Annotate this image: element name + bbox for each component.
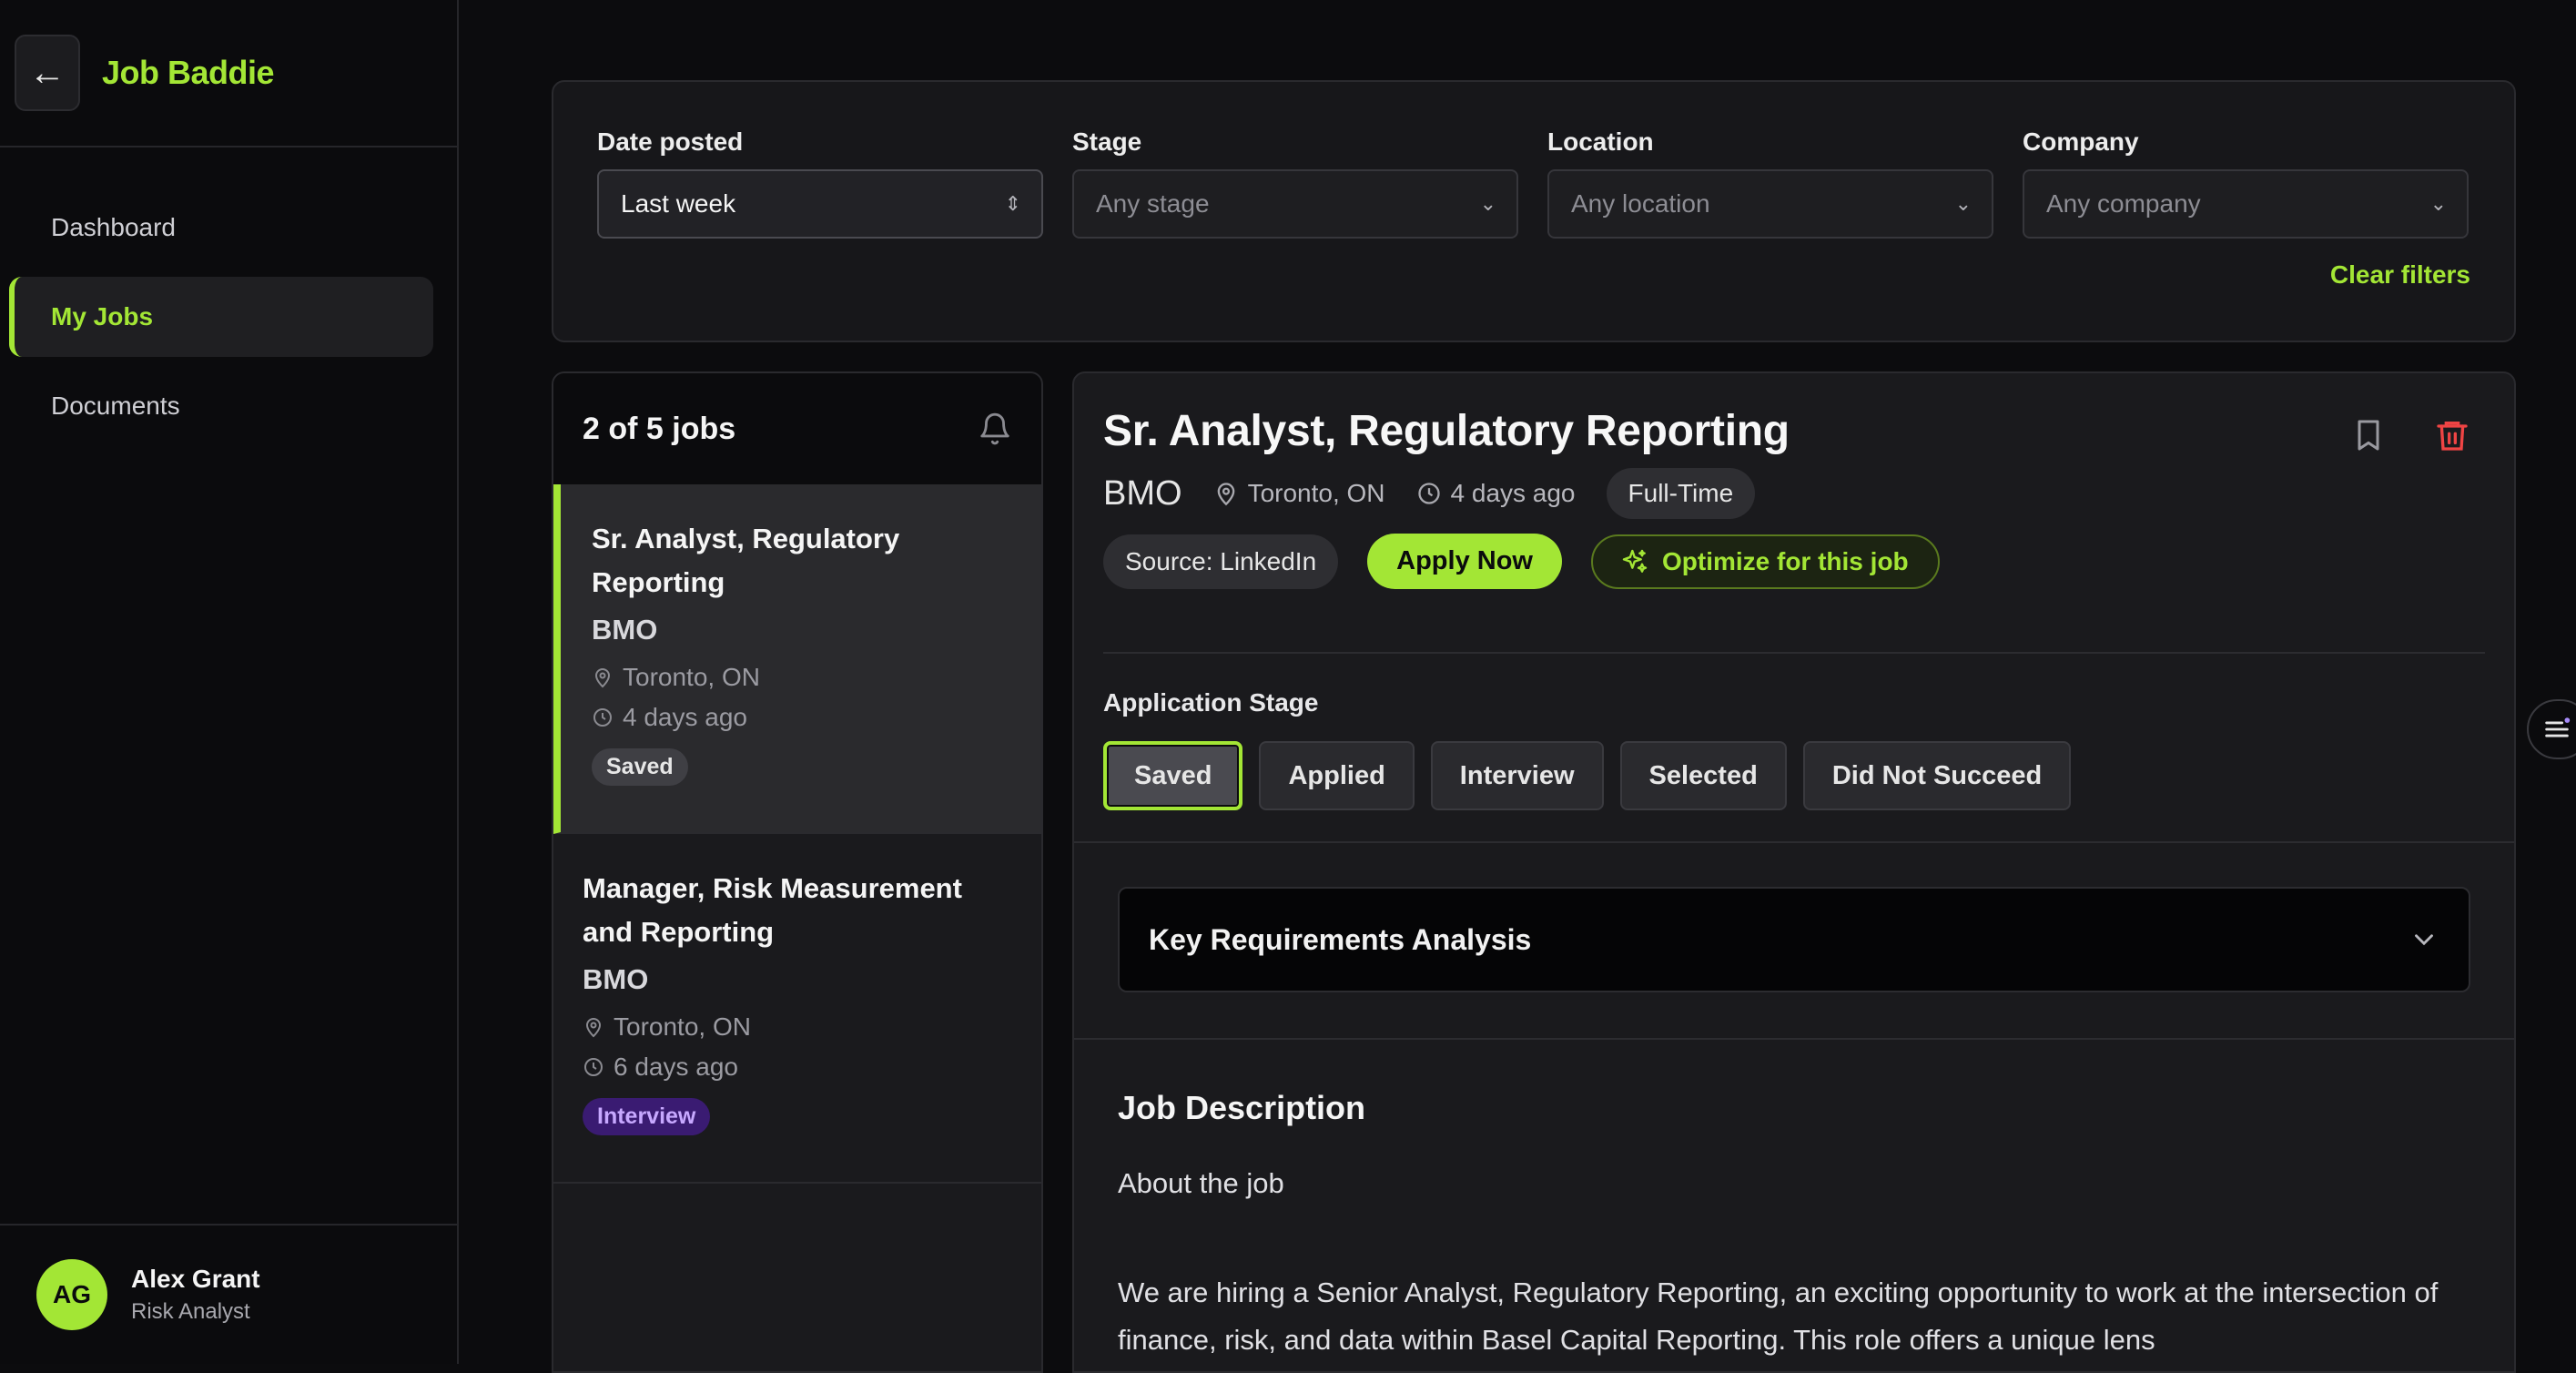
avatar: AG bbox=[36, 1259, 107, 1330]
status-badge: Interview bbox=[583, 1098, 711, 1135]
map-pin-icon bbox=[594, 668, 611, 688]
job-card-posted: 4 days ago bbox=[592, 703, 1012, 732]
filter-date-label: Date posted bbox=[597, 127, 744, 156]
filter-date: Date posted Last week ⇕ bbox=[597, 127, 1043, 239]
key-requirements-title: Key Requirements Analysis bbox=[1149, 922, 1532, 956]
sparkles-icon bbox=[1622, 549, 1648, 573]
job-card-posted: 6 days ago bbox=[583, 1053, 1012, 1082]
date-posted-select[interactable]: Last week ⇕ bbox=[597, 169, 1043, 239]
job-description-subtitle: About the job bbox=[1118, 1167, 1284, 1199]
company-select[interactable]: Any company ⌄ bbox=[2023, 169, 2469, 239]
chevron-down-icon bbox=[2415, 934, 2433, 946]
sidebar-nav: Dashboard My Jobs Documents bbox=[0, 147, 457, 446]
location-select[interactable]: Any location ⌄ bbox=[1547, 169, 1993, 239]
map-pin-icon bbox=[585, 1018, 602, 1038]
sidebar-header: ← Job Baddie bbox=[0, 0, 457, 147]
job-card-location: Toronto, ON bbox=[592, 663, 1012, 692]
chevron-down-icon: ⌄ bbox=[2429, 192, 2447, 215]
chevron-down-icon: ⌄ bbox=[1954, 192, 1972, 215]
arrow-left-icon: ← bbox=[29, 52, 66, 93]
divider bbox=[1074, 841, 2514, 843]
sidebar-item-dashboard[interactable]: Dashboard bbox=[9, 188, 433, 268]
company-placeholder: Any company bbox=[2046, 189, 2201, 218]
job-meta: BMO Toronto, ON 4 days ago Full-Time bbox=[1103, 468, 1756, 519]
stage-saved-button[interactable]: Saved bbox=[1103, 741, 1243, 810]
stage-selected-button[interactable]: Selected bbox=[1619, 741, 1787, 810]
job-card-company: BMO bbox=[592, 614, 658, 646]
filter-stage: Stage Any stage ⌄ bbox=[1072, 127, 1518, 239]
job-card[interactable]: Manager, Risk Measurement and Reporting … bbox=[553, 834, 1041, 1184]
job-card-title: Sr. Analyst, Regulatory Reporting bbox=[592, 523, 900, 598]
updown-chevron-icon: ⇕ bbox=[1004, 192, 1021, 215]
clear-filters-link[interactable]: Clear filters bbox=[2330, 260, 2470, 290]
job-card-company: BMO bbox=[583, 963, 649, 995]
map-pin-icon bbox=[1217, 483, 1234, 506]
filters-panel: Date posted Last week ⇕ Stage Any stage … bbox=[552, 80, 2516, 342]
job-card-selected[interactable]: Sr. Analyst, Regulatory Reporting BMO To… bbox=[553, 484, 1041, 834]
bookmark-icon[interactable] bbox=[2350, 417, 2387, 453]
apply-now-button[interactable]: Apply Now bbox=[1367, 534, 1562, 589]
sidebar-item-documents[interactable]: Documents bbox=[9, 366, 433, 446]
stage-applied-button[interactable]: Applied bbox=[1259, 741, 1415, 810]
job-list: 2 of 5 jobs Sr. Analyst, Regulatory Repo… bbox=[552, 371, 1043, 1373]
job-count: 2 of 5 jobs bbox=[583, 411, 736, 446]
divider bbox=[1103, 652, 2485, 654]
menu-icon bbox=[2545, 717, 2571, 737]
sidebar: ← Job Baddie Dashboard My Jobs Documents… bbox=[0, 0, 459, 1364]
job-location: Toronto, ON bbox=[1213, 479, 1385, 508]
trash-icon[interactable] bbox=[2434, 417, 2470, 453]
job-cta-row: Source: LinkedIn Apply Now Optimize for … bbox=[1103, 534, 1940, 589]
filter-company-label: Company bbox=[2023, 127, 2139, 156]
job-card-title: Manager, Risk Measurement and Reporting bbox=[583, 872, 962, 948]
clock-icon bbox=[593, 708, 612, 727]
user-name: Alex Grant bbox=[131, 1265, 260, 1293]
job-type-tag: Full-Time bbox=[1606, 468, 1756, 519]
job-actions bbox=[2350, 417, 2470, 453]
back-button[interactable]: ← bbox=[15, 35, 80, 111]
job-detail: Sr. Analyst, Regulatory Reporting BMO To… bbox=[1072, 371, 2516, 1373]
location-placeholder: Any location bbox=[1571, 189, 1710, 218]
application-stage-label: Application Stage bbox=[1103, 688, 1319, 717]
key-requirements-accordion[interactable]: Key Requirements Analysis bbox=[1118, 887, 2470, 992]
job-company: BMO bbox=[1103, 473, 1182, 513]
filter-location-label: Location bbox=[1547, 127, 1654, 156]
job-posted: 4 days ago bbox=[1416, 479, 1576, 508]
stage-select[interactable]: Any stage ⌄ bbox=[1072, 169, 1518, 239]
job-card-location: Toronto, ON bbox=[583, 1012, 1012, 1042]
job-description-title: Job Description bbox=[1118, 1089, 1366, 1126]
job-title: Sr. Analyst, Regulatory Reporting bbox=[1103, 407, 1790, 455]
bell-icon[interactable] bbox=[978, 412, 1012, 446]
user-role: Risk Analyst bbox=[131, 1299, 250, 1324]
source-badge: Source: LinkedIn bbox=[1103, 534, 1339, 589]
job-description-body: We are hiring a Senior Analyst, Regulato… bbox=[1118, 1276, 2439, 1356]
sidebar-item-my-jobs[interactable]: My Jobs bbox=[9, 277, 433, 357]
date-posted-value: Last week bbox=[621, 189, 736, 218]
stage-placeholder: Any stage bbox=[1096, 189, 1210, 218]
stage-did-not-succeed-button[interactable]: Did Not Succeed bbox=[1802, 741, 2072, 810]
brand-name: Job Baddie bbox=[102, 54, 275, 91]
menu-toggle-button[interactable] bbox=[2527, 699, 2576, 759]
filter-company: Company Any company ⌄ bbox=[2023, 127, 2469, 239]
optimize-button[interactable]: Optimize for this job bbox=[1590, 534, 1940, 589]
filter-stage-label: Stage bbox=[1072, 127, 1142, 156]
stage-interview-button[interactable]: Interview bbox=[1430, 741, 1604, 810]
clock-icon bbox=[1417, 483, 1440, 504]
filter-location: Location Any location ⌄ bbox=[1547, 127, 1993, 239]
clock-icon bbox=[584, 1058, 603, 1076]
stage-selector: Saved Applied Interview Selected Did Not… bbox=[1103, 741, 2072, 810]
job-list-header: 2 of 5 jobs bbox=[553, 373, 1041, 484]
user-profile[interactable]: AG Alex Grant Risk Analyst bbox=[0, 1224, 457, 1364]
divider bbox=[1074, 1038, 2514, 1040]
chevron-down-icon: ⌄ bbox=[1479, 192, 1496, 215]
status-badge: Saved bbox=[592, 748, 688, 786]
